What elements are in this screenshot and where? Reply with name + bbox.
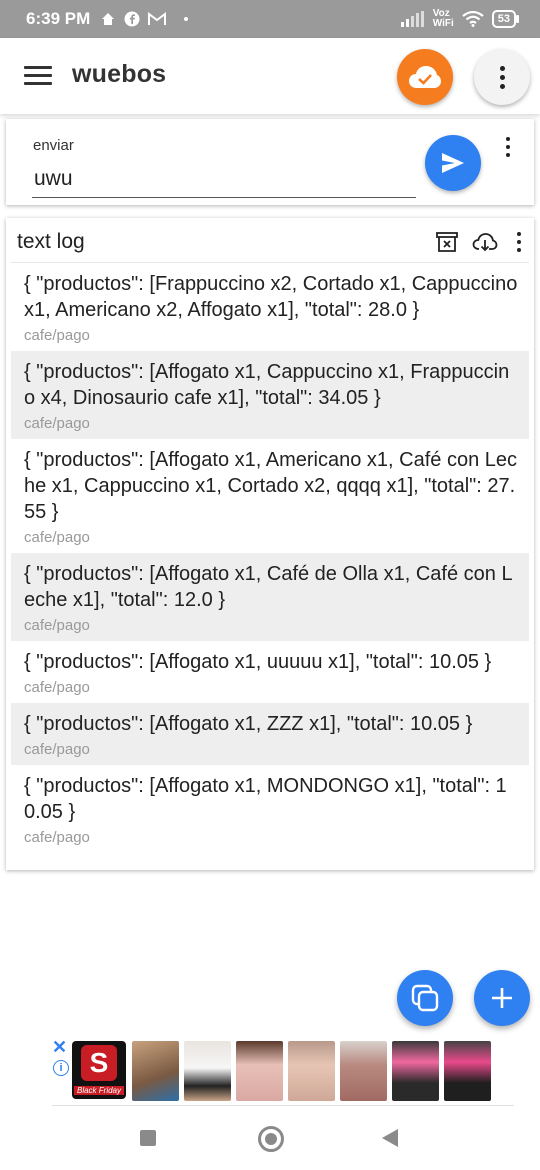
ad-logo-caption: Black Friday <box>74 1086 124 1095</box>
copy-icon <box>411 984 439 1012</box>
ad-banner[interactable]: ✕ i S Black Friday <box>52 1037 491 1103</box>
ad-logo[interactable]: S Black Friday <box>72 1041 126 1099</box>
send-input[interactable] <box>32 161 416 198</box>
ad-thumbnail[interactable] <box>288 1041 335 1101</box>
send-more-button[interactable] <box>506 137 510 157</box>
log-more-button[interactable] <box>504 232 534 252</box>
facebook-icon <box>124 11 140 27</box>
ad-thumbnail[interactable] <box>392 1041 439 1101</box>
log-entry-topic: cafe/pago <box>24 741 90 758</box>
more-vert-icon <box>506 137 510 157</box>
ad-thumbnail[interactable] <box>236 1041 283 1101</box>
wifi-label: WiFi <box>432 18 454 29</box>
log-entry[interactable]: { "productos": [Affogato x1, uuuuu x1], … <box>11 641 529 703</box>
mail-icon <box>148 12 167 25</box>
signal-icon <box>400 11 424 27</box>
log-entry-topic: cafe/pago <box>24 829 90 846</box>
log-entry[interactable]: { "productos": [Affogato x1, Café de Oll… <box>11 553 529 641</box>
ad-thumbnail[interactable] <box>132 1041 179 1101</box>
home-icon[interactable] <box>258 1126 284 1152</box>
app-title: wuebos <box>72 60 167 88</box>
log-entry-message: { "productos": [Affogato x1, MONDONGO x1… <box>24 775 507 823</box>
log-entry[interactable]: { "productos": [Affogato x1, Cappuccino … <box>11 351 529 439</box>
app-bar: wuebos <box>0 38 540 114</box>
close-icon[interactable]: ✕ <box>52 1038 67 1056</box>
log-list[interactable]: { "productos": [Frappuccino x2, Cortado … <box>11 262 529 870</box>
wifi-icon <box>462 11 484 27</box>
log-entry-message: { "productos": [Affogato x1, Americano x… <box>24 449 518 523</box>
ad-logo-letter: S <box>81 1045 117 1081</box>
more-options-button[interactable] <box>474 49 530 105</box>
back-icon[interactable] <box>382 1129 398 1147</box>
clear-archive-icon <box>436 232 458 252</box>
cloud-download-icon <box>472 233 498 252</box>
log-entry[interactable]: { "productos": [Frappuccino x2, Cortado … <box>11 263 529 351</box>
send-field-label: enviar <box>33 137 74 154</box>
download-log-button[interactable] <box>466 228 504 256</box>
log-entry-message: { "productos": [Frappuccino x2, Cortado … <box>24 273 518 321</box>
status-notification-icons <box>100 11 189 27</box>
log-title: text log <box>17 230 85 253</box>
log-entry[interactable]: { "productos": [Affogato x1, Americano x… <box>11 439 529 553</box>
status-dot <box>184 17 189 21</box>
log-entry-message: { "productos": [Affogato x1, Café de Oll… <box>24 563 513 611</box>
battery-indicator: 53 <box>491 10 520 28</box>
log-entry-topic: cafe/pago <box>24 415 90 432</box>
ad-thumbnail[interactable] <box>184 1041 231 1101</box>
send-icon <box>442 153 464 173</box>
system-nav-bar <box>0 1110 540 1170</box>
voz-wifi-label: Voz WiFi <box>433 9 454 29</box>
ad-thumbnail[interactable] <box>340 1041 387 1101</box>
add-icon <box>492 988 512 1008</box>
info-icon[interactable]: i <box>53 1060 69 1076</box>
cloud-check-icon <box>409 66 441 88</box>
send-button[interactable] <box>425 135 481 191</box>
log-entry-message: { "productos": [Affogato x1, Cappuccino … <box>24 361 510 409</box>
log-entry[interactable]: { "productos": [Affogato x1, MONDONGO x1… <box>11 765 529 853</box>
recents-icon[interactable] <box>140 1130 156 1146</box>
copy-fab[interactable] <box>397 970 453 1026</box>
log-entry-topic: cafe/pago <box>24 327 90 344</box>
log-entry-message: { "productos": [Affogato x1, uuuuu x1], … <box>24 651 492 673</box>
clear-log-button[interactable] <box>428 228 466 256</box>
ad-divider <box>52 1105 514 1106</box>
home-alert-icon <box>102 13 115 25</box>
more-vert-icon <box>499 65 505 89</box>
log-entry-topic: cafe/pago <box>24 617 90 634</box>
menu-icon[interactable] <box>24 66 52 86</box>
log-entry-topic: cafe/pago <box>24 679 90 696</box>
ad-thumbnails[interactable] <box>132 1041 491 1101</box>
ad-thumbnail[interactable] <box>444 1041 491 1101</box>
log-entry[interactable]: { "productos": [Affogato x1, ZZZ x1], "t… <box>11 703 529 765</box>
status-bar: 6:39 PM Voz WiFi 53 <box>0 0 540 38</box>
cloud-status-button[interactable] <box>397 49 453 105</box>
log-entry-message: { "productos": [Affogato x1, ZZZ x1], "t… <box>24 713 473 735</box>
more-vert-icon <box>517 232 521 252</box>
text-log-card: text log { "productos": [Frappuccino x2,… <box>6 218 534 870</box>
status-time: 6:39 PM <box>26 9 91 28</box>
add-fab[interactable] <box>474 970 530 1026</box>
log-entry-topic: cafe/pago <box>24 529 90 546</box>
send-card: enviar <box>6 119 534 205</box>
